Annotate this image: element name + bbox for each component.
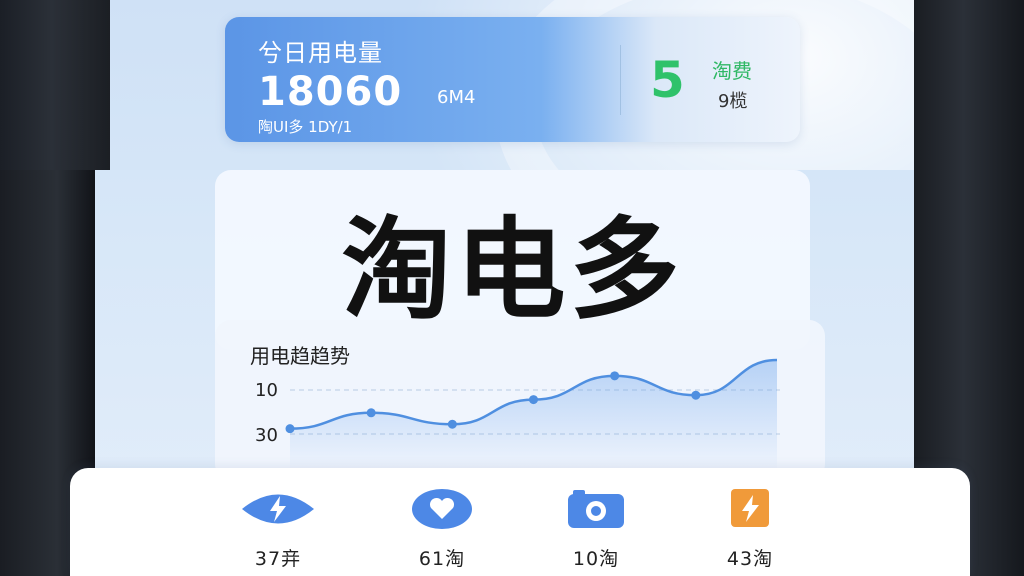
card-divider [620, 45, 621, 115]
y-tick-label: 10 [255, 380, 278, 401]
camera-icon [558, 488, 634, 530]
nav-item-2[interactable]: 61淘 [382, 488, 502, 571]
heart-icon [404, 488, 480, 530]
score-subtitle: 9榄 [718, 91, 748, 112]
nav-label-1: 37竎 [254, 548, 302, 570]
data-point [447, 419, 457, 429]
y-tick-label: 30 [255, 425, 278, 446]
lightning-eye-icon [240, 488, 316, 530]
nav-item-1[interactable]: 37竎 [218, 488, 338, 571]
data-point [366, 408, 376, 418]
score-value: 5 [650, 51, 685, 109]
nav-label-2: 61淘 [418, 548, 466, 570]
data-point [529, 395, 538, 405]
usage-card[interactable]: 兮日用电量 18060 6M4 陶UI多 1DY/1 5 淘费 9榄 [225, 17, 800, 142]
brand-title: 淘电多 [341, 206, 684, 334]
usage-unit: 6M4 [437, 87, 476, 108]
usage-subtitle: 陶UI多 1DY/1 [258, 118, 353, 136]
score-label: 淘费 [712, 59, 752, 83]
usage-title: 兮日用电量 [258, 39, 383, 67]
data-point [285, 424, 295, 434]
usage-value: 18060 [258, 69, 403, 115]
nav-item-4[interactable]: 43淘 [690, 488, 810, 571]
lightning-square-icon [712, 488, 788, 530]
nav-label-4: 43淘 [726, 548, 774, 570]
data-point [610, 371, 620, 381]
bottom-nav-bar: 37竎 61淘 10淘 43淘 [70, 468, 970, 576]
nav-item-3[interactable]: 10淘 [536, 488, 656, 571]
trend-chart: 10 30 [255, 358, 780, 468]
nav-label-3: 10淘 [572, 548, 620, 570]
data-point [691, 390, 701, 400]
trend-chart-card[interactable]: 用电趋趋势 10 30 [215, 320, 825, 480]
